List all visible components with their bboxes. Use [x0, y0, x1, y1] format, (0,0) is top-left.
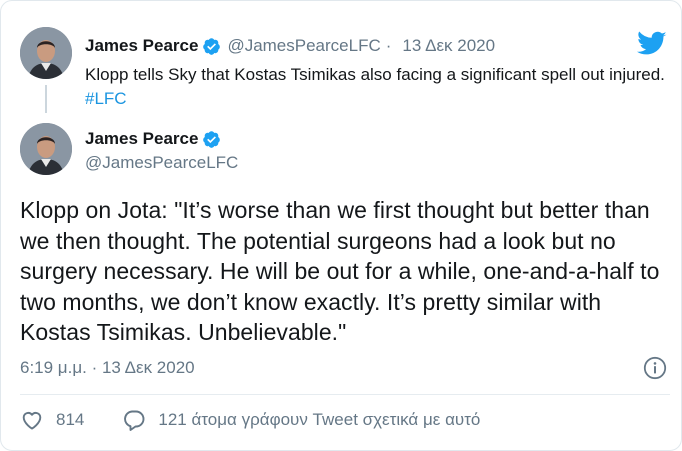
like-count: 814 — [56, 410, 85, 429]
main-author-avatar[interactable] — [20, 123, 72, 175]
parent-author-avatar[interactable] — [20, 27, 72, 79]
heart-icon — [20, 408, 44, 432]
tweet-timestamp[interactable]: 6:19 μ.μ. · 13 Δεκ 2020 — [20, 358, 195, 378]
like-button[interactable]: 814 — [20, 408, 84, 432]
parent-tweet-header: James Pearce @JamesPearceLFC · 13 Δεκ 20… — [85, 35, 495, 57]
header-separator: · — [385, 36, 392, 55]
embedded-tweet-card: James Pearce @JamesPearceLFC · 13 Δεκ 20… — [0, 0, 682, 451]
parent-author-handle[interactable]: @JamesPearceLFC — [227, 36, 380, 56]
info-icon[interactable] — [643, 356, 667, 380]
twitter-bird-icon[interactable] — [637, 31, 667, 57]
parent-author-name[interactable]: James Pearce — [85, 36, 198, 56]
main-author-handle[interactable]: @JamesPearceLFC — [85, 153, 238, 173]
verified-badge-icon — [202, 130, 221, 149]
parent-tweet-body: Klopp tells Sky that Kostas Tsimikas als… — [85, 65, 665, 84]
parent-tweet-text: Klopp tells Sky that Kostas Tsimikas als… — [85, 63, 665, 111]
reply-icon — [122, 408, 146, 432]
thread-connector-line — [45, 85, 47, 113]
reply-count-label: 121 άτομα γράφουν Tweet σχετικά με αυτό — [158, 410, 481, 429]
actions-divider — [20, 394, 670, 395]
main-tweet-text: Klopp on Jota: "It’s worse than we first… — [20, 197, 660, 345]
parent-tweet-date[interactable]: 13 Δεκ 2020 — [402, 36, 495, 56]
main-author-name[interactable]: James Pearce — [85, 129, 198, 149]
hashtag-link[interactable]: #LFC — [85, 89, 127, 108]
tweet-actions: 814 121 άτομα γράφουν Tweet σχετικά με α… — [20, 408, 480, 432]
reply-button[interactable]: 121 άτομα γράφουν Tweet σχετικά με αυτό — [122, 408, 480, 432]
verified-badge-icon — [202, 37, 221, 56]
main-author-name-row: James Pearce — [85, 129, 221, 149]
